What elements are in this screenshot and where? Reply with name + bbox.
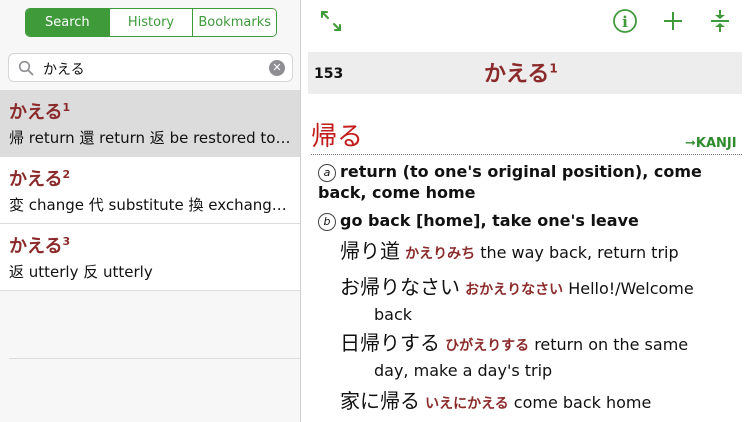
tab-history[interactable]: History xyxy=(108,9,193,36)
results-list: かえる1 帰 return 還 return 返 be restored to…… xyxy=(0,90,300,291)
tab-search[interactable]: Search xyxy=(26,9,109,36)
example-4: 家に帰る いえにかえる come back home xyxy=(340,389,652,413)
result-gloss: 返 utterly 反 utterly xyxy=(9,263,153,281)
entry-title: かえる1 xyxy=(484,61,558,87)
search-icon xyxy=(18,60,34,76)
info-icon-glyph: i xyxy=(622,13,628,31)
search-bar: ✕ xyxy=(8,53,293,82)
collapse-icon[interactable] xyxy=(707,8,733,34)
result-headword: かえる3 xyxy=(9,235,71,257)
list-item[interactable]: かえる3 返 utterly 反 utterly xyxy=(0,224,300,291)
example-2: お帰りなさい おかえりなさい Hello!/Welcome back xyxy=(340,275,694,324)
expand-icon[interactable] xyxy=(318,8,344,34)
tab-bookmarks[interactable]: Bookmarks xyxy=(192,9,276,36)
sense-a: a return (to one's original position), co… xyxy=(318,162,702,202)
sense-marker: a xyxy=(318,164,336,182)
page-number: 153 xyxy=(314,66,344,82)
example-3: 日帰りする ひがえりする return on the same day, mak… xyxy=(340,331,689,380)
list-divider xyxy=(9,358,300,359)
kanji-headword: 帰る xyxy=(311,122,364,152)
sense-b: b go back [home], take one's leave xyxy=(318,210,742,231)
dotted-divider xyxy=(311,154,742,155)
kanji-link[interactable]: ➞KANJI xyxy=(685,136,737,151)
result-headword: かえる1 xyxy=(9,101,71,123)
result-headword: かえる2 xyxy=(9,168,71,190)
sense-marker: b xyxy=(318,213,336,231)
clear-icon[interactable]: ✕ xyxy=(269,60,285,76)
list-item[interactable]: かえる1 帰 return 還 return 返 be restored to… xyxy=(0,90,300,157)
entry-header: 153 かえる1 xyxy=(308,52,742,94)
example-1: 帰り道 かえりみち the way back, return trip xyxy=(340,239,679,263)
result-gloss: 変 change 代 substitute 換 exchang… xyxy=(9,196,287,214)
list-item[interactable]: かえる2 変 change 代 substitute 換 exchang… xyxy=(0,157,300,224)
result-gloss: 帰 return 還 return 返 be restored to… xyxy=(9,129,291,147)
add-icon[interactable] xyxy=(660,8,686,34)
sidebar: Search History Bookmarks ✕ かえる1 帰 return… xyxy=(0,0,300,422)
search-input[interactable] xyxy=(41,57,265,80)
pane-divider[interactable] xyxy=(300,0,301,422)
info-icon[interactable]: i xyxy=(612,8,638,34)
segmented-control: Search History Bookmarks xyxy=(25,8,277,37)
